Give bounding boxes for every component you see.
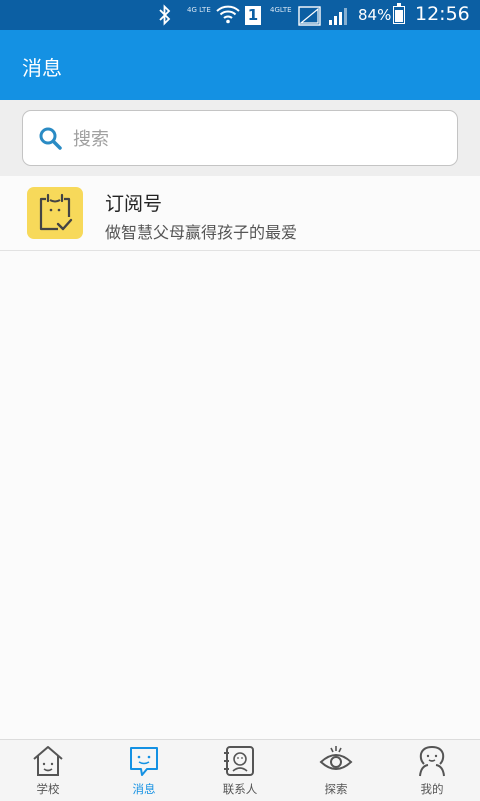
search-area bbox=[0, 100, 480, 176]
signal-strength-icon bbox=[328, 6, 352, 30]
network-type-label: 4G LTE bbox=[187, 6, 211, 14]
list-item-subscription[interactable]: 订阅号 做智慧父母赢得孩子的最爱 bbox=[0, 176, 480, 251]
subscription-icon bbox=[27, 187, 83, 239]
tab-label: 消息 bbox=[132, 782, 156, 796]
search-icon bbox=[38, 126, 64, 156]
school-icon bbox=[33, 746, 63, 776]
status-bar: 4G LTE 1 4GLTE 84% 12:56 bbox=[0, 0, 480, 30]
tab-label: 学校 bbox=[36, 782, 60, 796]
profile-icon bbox=[419, 745, 445, 777]
bottom-nav: 学校 消息 联系人 探索 我的 bbox=[0, 739, 480, 801]
bluetooth-icon bbox=[158, 4, 172, 30]
clock: 12:56 bbox=[415, 3, 470, 25]
tab-explore[interactable]: 探索 bbox=[288, 740, 384, 801]
tab-label: 我的 bbox=[420, 782, 444, 796]
page-title: 消息 bbox=[22, 56, 62, 80]
tab-school[interactable]: 学校 bbox=[0, 740, 96, 801]
message-icon bbox=[130, 747, 158, 776]
battery-icon bbox=[393, 3, 405, 24]
header-bar: 消息 bbox=[0, 30, 480, 100]
search-box[interactable] bbox=[22, 110, 458, 166]
signal-icon bbox=[298, 6, 322, 30]
sim-slot-badge: 1 bbox=[245, 6, 261, 25]
conversation-name: 订阅号 bbox=[105, 193, 163, 215]
contacts-icon bbox=[224, 746, 254, 776]
explore-icon bbox=[319, 746, 353, 770]
tab-label: 探索 bbox=[324, 782, 348, 796]
battery-percent: 84% bbox=[358, 6, 392, 24]
network-type-label-2: 4GLTE bbox=[270, 6, 292, 14]
tab-label: 联系人 bbox=[222, 782, 258, 796]
tab-contacts[interactable]: 联系人 bbox=[192, 740, 288, 801]
search-input[interactable] bbox=[71, 123, 445, 155]
tab-messages[interactable]: 消息 bbox=[96, 740, 192, 801]
conversation-preview: 做智慧父母赢得孩子的最爱 bbox=[105, 223, 298, 242]
tab-profile[interactable]: 我的 bbox=[384, 740, 480, 801]
wifi-icon bbox=[216, 4, 240, 28]
